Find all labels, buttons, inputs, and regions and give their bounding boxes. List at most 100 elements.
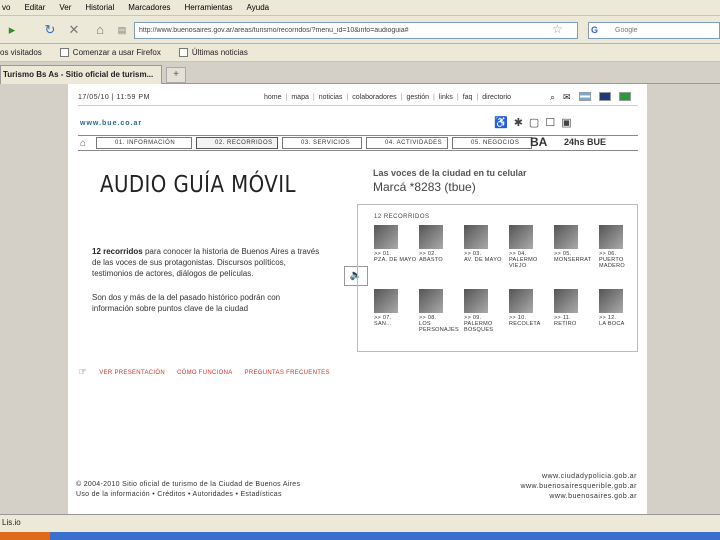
search-input[interactable] — [588, 22, 720, 39]
tour-photo — [509, 225, 533, 249]
tour-item[interactable]: >> 07. SAN... — [374, 287, 419, 349]
menu-item[interactable]: Editar — [24, 3, 45, 12]
mobile-icon[interactable]: ▢ — [529, 116, 539, 129]
home-icon[interactable]: ⌂ — [92, 22, 108, 38]
tour-photo — [464, 289, 488, 313]
intro-text-2: Son dos y más de la del pasado histórico… — [92, 293, 281, 313]
tour-name: SAN... — [374, 321, 392, 327]
page-subtitle: Las voces de la ciudad en tu celular — [373, 168, 527, 178]
footer-site-link[interactable]: www.buenosaires.gob.ar — [520, 492, 637, 502]
top-link-faq[interactable]: faq — [463, 94, 473, 101]
page-icon — [59, 48, 69, 57]
start-button[interactable] — [0, 532, 50, 540]
menu-item[interactable]: Ayuda — [247, 3, 270, 12]
browser-tab[interactable]: Turismo Bs As - Sitio oficial de turism.… — [0, 65, 162, 84]
menu-item[interactable]: Herramientas — [185, 3, 233, 12]
tool-icons: ♿ ✱ ▢ ☐ ▣ — [494, 116, 572, 129]
intro-text: 12 recorridos para conocer la historia d… — [92, 246, 322, 279]
page-title: AUDIO GUÍA MÓVIL — [100, 172, 296, 198]
tour-photo — [599, 225, 623, 249]
page-icon: ▤ — [117, 25, 127, 35]
tour-item[interactable]: >> 04. PALERMO VIEJO — [509, 223, 554, 285]
tour-photo — [599, 289, 623, 313]
top-link-colaboradores[interactable]: colaboradores — [352, 94, 396, 101]
tour-photo — [419, 225, 443, 249]
mail-icon[interactable]: ✉ — [563, 92, 571, 103]
tour-photo — [554, 289, 578, 313]
tour-item[interactable]: >> 10. RECOLETA — [509, 287, 554, 349]
search-icon[interactable]: ⌕ — [550, 92, 555, 103]
tour-item[interactable]: >> 01. PZA. DE MAYO — [374, 223, 419, 285]
top-link-noticias[interactable]: noticias — [319, 94, 343, 101]
info-links: ☞ VER PRESENTACIÓN CÓMO FUNCIONA PREGUNT… — [78, 367, 330, 378]
status-bar: Lis.io — [0, 514, 720, 532]
info-icon[interactable]: ▣ — [561, 116, 571, 129]
tour-name: LA BOCA — [599, 321, 625, 327]
page-background-right — [647, 84, 720, 514]
bookmark-star-icon[interactable]: ☆ — [552, 22, 563, 36]
tour-photo — [554, 225, 578, 249]
footer-links[interactable]: Uso de la información • Créditos • Autor… — [76, 490, 300, 500]
new-tab-button[interactable]: + — [166, 67, 186, 83]
site-top-bar: 17/05/10 | 11:59 PM home | mapa | noticias… — [78, 92, 638, 106]
intro-bold: 12 recorridos — [92, 247, 143, 256]
tours-grid: >> 01. PZA. DE MAYO >> 02. ABASTO >> 03. AV… — [374, 223, 639, 349]
tab-servicios[interactable]: 03. SERVICIOS — [282, 137, 362, 149]
tour-item[interactable]: >> 11. RETIRO — [554, 287, 599, 349]
google-icon[interactable]: G — [591, 25, 601, 36]
top-link-mapa[interactable]: mapa — [291, 94, 309, 101]
tab-recorridos[interactable]: 02. RECORRIDOS — [196, 137, 278, 149]
tour-photo — [464, 225, 488, 249]
como-funciona-link[interactable]: CÓMO FUNCIONA — [177, 370, 233, 376]
accessibility-icon[interactable]: ✱ — [514, 116, 523, 129]
copyright-line: © 2004-2010 Sitio oficial de turismo de … — [76, 481, 301, 488]
ba-logo[interactable]: BA — [530, 135, 547, 149]
panel-heading: 12 RECORRIDOS — [374, 214, 430, 220]
bookmark-item[interactable]: Comenzar a usar Firefox — [59, 48, 161, 57]
stop-icon[interactable]: ✕ — [66, 22, 82, 38]
top-links: home | mapa | noticias | colaboradores | ges… — [264, 94, 512, 101]
reload-icon[interactable]: ↻ — [42, 22, 58, 38]
footer-site-link[interactable]: www.buenosairesquerible.gob.ar — [520, 482, 637, 492]
top-link-home[interactable]: home — [264, 94, 282, 101]
rss-icon — [178, 48, 188, 57]
bookmark-item[interactable]: os visitados — [0, 48, 42, 57]
date-time: 17/05/10 | 11:59 PM — [78, 94, 150, 101]
preguntas-frecuentes-link[interactable]: PREGUNTAS FRECUENTES — [245, 370, 330, 376]
argentina-flag-icon[interactable] — [578, 92, 591, 101]
tab-negocios[interactable]: 05. NEGOCIOS — [452, 137, 532, 149]
tours-panel: 12 RECORRIDOS >> 01. PZA. DE MAYO >> 02. A… — [357, 204, 638, 352]
url-bar[interactable] — [134, 22, 578, 39]
tour-item[interactable]: >> 02. ABASTO — [419, 223, 464, 285]
sms-code: Marcá *8283 (tbue) — [373, 180, 476, 194]
top-link-links[interactable]: links — [439, 94, 453, 101]
bookmark-item[interactable]: Últimas noticias — [178, 48, 248, 57]
menu-bar: vo Editar Ver Historial Marcadores Herra… — [0, 0, 720, 16]
tour-photo — [374, 289, 398, 313]
ver-presentacion-link[interactable]: VER PRESENTACIÓN — [99, 370, 165, 376]
bue24-logo[interactable]: 24hs BUE — [564, 137, 606, 147]
tour-item[interactable]: >> 12. LA BOCA — [599, 287, 644, 349]
sign-language-icon[interactable]: ☐ — [545, 116, 555, 129]
tab-informacion[interactable]: 01. INFORMACIÓN — [96, 137, 192, 149]
home-icon[interactable]: ⌂ — [80, 138, 92, 149]
tour-item[interactable]: >> 05. MONSERRAT — [554, 223, 599, 285]
tour-name: AV. DE MAYO — [464, 257, 502, 263]
top-link-gestion[interactable]: gestión — [406, 94, 429, 101]
tour-item[interactable]: >> 06. PUERTO MADERO — [599, 223, 644, 285]
footer-site-link[interactable]: www.ciudadypolicia.gob.ar — [520, 472, 637, 482]
uk-flag-icon[interactable] — [598, 92, 611, 101]
tour-item[interactable]: >> 08. LOS PERSONAJES — [419, 287, 464, 349]
wheelchair-icon[interactable]: ♿ — [494, 116, 508, 129]
menu-item[interactable]: vo — [2, 3, 10, 12]
forward-icon[interactable]: ▸ — [4, 22, 20, 38]
brazil-flag-icon[interactable] — [618, 92, 631, 101]
tour-item[interactable]: >> 09. PALERMO BOSQUES — [464, 287, 509, 349]
tour-item[interactable]: >> 03. AV. DE MAYO — [464, 223, 509, 285]
tab-actividades[interactable]: 04. ACTIVIDADES — [366, 137, 448, 149]
site-logo[interactable]: www.bue.co.ar — [80, 120, 142, 127]
menu-item[interactable]: Historial — [85, 3, 114, 12]
top-link-directorio[interactable]: directorio — [482, 94, 511, 101]
menu-item[interactable]: Marcadores — [128, 3, 170, 12]
menu-item[interactable]: Ver — [59, 3, 71, 12]
